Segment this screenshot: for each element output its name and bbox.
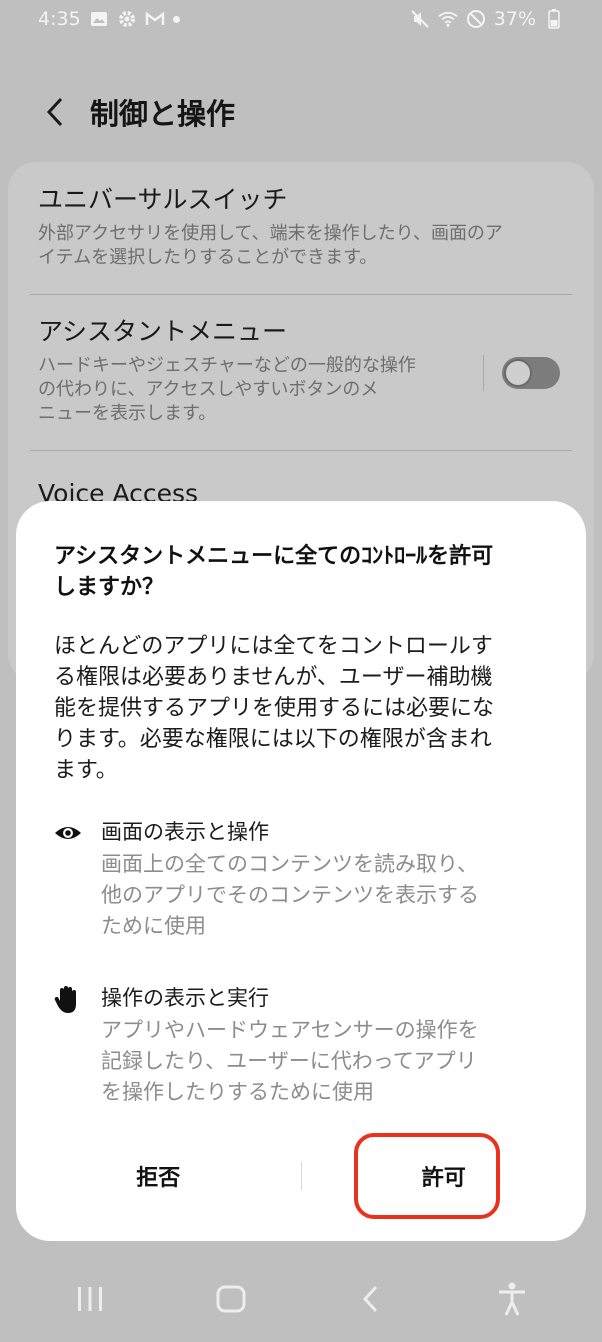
chevron-left-icon (363, 1285, 378, 1313)
divider (30, 294, 572, 295)
home-icon (216, 1285, 246, 1313)
nav-back-button[interactable] (341, 1269, 401, 1329)
toggle-separator (483, 355, 484, 391)
recent-apps-icon (78, 1287, 103, 1311)
perm-desc-line: ために使用 (101, 914, 206, 938)
permission-description: 画面上の全てのコンテンツを読み取り、 他のアプリでそのコンテンツを表示する ため… (101, 849, 548, 942)
status-left: 4:35 (38, 8, 180, 30)
status-bar: 4:35 37% (0, 0, 602, 38)
body-line: 能を提供するアプリを使用するには必要にな (54, 696, 495, 721)
desc-line: の代わりに、アクセスしやすいボタンのメ (38, 379, 379, 400)
perm-desc-line: 画面上の全てのコンテンツを読み取り、 (101, 852, 479, 876)
mute-icon (410, 9, 430, 29)
permission-perform-actions: 操作の表示と実行 アプリやハードウェアセンサーの操作を 記録したり、ユーザーに代… (54, 983, 548, 1108)
allow-button[interactable]: 許可 (302, 1141, 587, 1211)
body-line: る権限は必要ありませんが、ユーザー補助機 (54, 665, 493, 690)
perm-desc-line: 他のアプリでそのコンテンツを表示する (101, 883, 479, 907)
settings-gear-icon (117, 9, 137, 29)
perm-desc-line: アプリやハードウェアセンサーの操作を (101, 1018, 479, 1042)
desc-line: ハードキーやジェスチャーなどの一般的な操作 (38, 355, 416, 376)
page-title: 制御と操作 (90, 97, 236, 131)
assistant-menu-toggle-wrap (483, 355, 560, 391)
dialog-body: ほとんどのアプリには全てをコントロールす る権限は必要ありませんが、ユーザー補助… (54, 631, 548, 786)
setting-assistant-menu[interactable]: アシスタントメニュー ハードキーやジェスチャーなどの一般的な操作 の代わりに、ア… (38, 316, 472, 426)
deny-button[interactable]: 拒否 (16, 1141, 301, 1211)
do-not-disturb-icon (466, 9, 486, 29)
assistant-menu-toggle[interactable] (502, 357, 560, 389)
chevron-left-icon (46, 97, 63, 127)
permission-text: 画面の表示と操作 画面上の全てのコンテンツを読み取り、 他のアプリでそのコンテン… (101, 817, 548, 942)
gmail-icon (145, 9, 165, 29)
body-line: ります。必要な権限には以下の権限が含まれ (54, 727, 492, 752)
setting-description: ハードキーやジェスチャーなどの一般的な操作 の代わりに、アクセスしやすいボタンの… (38, 354, 472, 426)
permission-view-screen: 画面の表示と操作 画面上の全てのコンテンツを読み取り、 他のアプリでそのコンテン… (54, 817, 548, 942)
body-line: ほとんどのアプリには全てをコントロールす (54, 634, 493, 659)
app-bar: 制御と操作 (0, 80, 602, 144)
permission-text: 操作の表示と実行 アプリやハードウェアセンサーの操作を 記録したり、ユーザーに代… (101, 983, 548, 1108)
desc-line: 外部アクセサリを使用して、端末を操作したり、画面のア (38, 223, 503, 244)
perm-desc-line: を操作したりするために使用 (101, 1080, 374, 1104)
battery-icon (544, 9, 564, 29)
dialog-title-line: しますか？ (54, 575, 165, 600)
setting-universal-switch[interactable]: ユニバーサルスイッチ 外部アクセサリを使用して、端末を操作したり、画面のア イテ… (38, 184, 564, 270)
desc-line: イテムを選択したりすることができます。 (38, 247, 378, 268)
eye-icon (54, 819, 82, 847)
perm-desc-line: 記録したり、ユーザーに代わってアプリ (101, 1049, 477, 1073)
permission-description: アプリやハードウェアセンサーの操作を 記録したり、ユーザーに代わってアプリ を操… (101, 1015, 548, 1108)
dialog-buttons: 拒否 許可 (16, 1141, 586, 1211)
setting-description: 外部アクセサリを使用して、端末を操作したり、画面のア イテムを選択したりすること… (38, 222, 564, 270)
status-time: 4:35 (38, 8, 81, 30)
dialog-title-line: アシスタントメニューに全てのｺﾝﾄﾛｰﾙを許可 (54, 544, 494, 569)
status-right: 37% (410, 8, 564, 30)
body-line: ます。 (54, 758, 118, 783)
permission-title: 操作の表示と実行 (101, 986, 269, 1010)
divider (30, 450, 572, 451)
home-button[interactable] (201, 1269, 261, 1329)
setting-title: ユニバーサルスイッチ (38, 185, 288, 214)
hand-icon (54, 985, 82, 1013)
gallery-icon (89, 9, 109, 29)
permission-title: 画面の表示と操作 (101, 820, 269, 844)
notification-dot-icon (172, 15, 180, 23)
dialog-title: アシスタントメニューに全てのｺﾝﾄﾛｰﾙを許可 しますか？ (54, 541, 548, 603)
back-button[interactable] (38, 95, 72, 129)
wifi-icon (438, 9, 458, 29)
battery-percent: 37% (493, 8, 536, 30)
accessibility-button[interactable] (482, 1269, 542, 1329)
navigation-bar (0, 1256, 602, 1342)
desc-line: ニューを表示します。 (38, 403, 217, 424)
setting-title: アシスタントメニュー (38, 317, 288, 346)
recent-apps-button[interactable] (60, 1269, 120, 1329)
toggle-knob (504, 359, 532, 387)
permission-dialog: アシスタントメニューに全てのｺﾝﾄﾛｰﾙを許可 しますか？ ほとんどのアプリには… (16, 501, 586, 1241)
accessibility-person-icon (498, 1282, 525, 1316)
